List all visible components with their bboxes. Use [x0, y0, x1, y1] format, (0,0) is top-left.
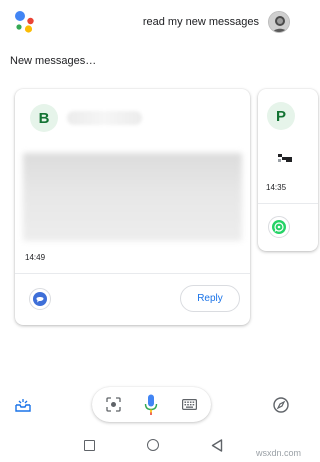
redacted-message-glyph — [278, 154, 292, 162]
compass-icon[interactable] — [273, 397, 289, 413]
watermark: wsxdn.com — [255, 448, 301, 458]
recents-icon[interactable] — [84, 440, 95, 451]
message-time: 14:49 — [25, 253, 46, 262]
redacted-sender-name — [67, 111, 142, 125]
google-assistant-logo-icon[interactable] — [14, 10, 36, 34]
home-icon[interactable] — [147, 439, 159, 451]
assistant-query-text[interactable]: read my new messages — [143, 16, 259, 28]
section-title: New messages… — [10, 55, 97, 67]
user-avatar[interactable] — [268, 11, 290, 33]
redacted-message-body — [23, 153, 242, 241]
avatar-icon — [269, 12, 289, 32]
message-card[interactable]: P 14:35 — [258, 89, 318, 251]
card-divider — [258, 203, 318, 204]
card-divider — [15, 273, 250, 274]
samsung-messages-icon[interactable] — [29, 288, 51, 310]
whatsapp-icon[interactable] — [268, 216, 290, 238]
contact-initial-avatar: P — [267, 102, 295, 130]
back-icon[interactable] — [211, 439, 223, 452]
keyboard-icon[interactable] — [182, 399, 197, 410]
tray-icon[interactable] — [15, 398, 31, 412]
assistant-input-bar — [92, 387, 211, 422]
lens-icon[interactable] — [106, 397, 121, 412]
contact-initial-avatar: B — [30, 104, 58, 132]
mic-icon[interactable] — [144, 394, 158, 415]
message-card[interactable]: B 14:49 Reply — [15, 89, 250, 325]
reply-button[interactable]: Reply — [180, 285, 240, 312]
message-time: 14:35 — [266, 183, 287, 192]
